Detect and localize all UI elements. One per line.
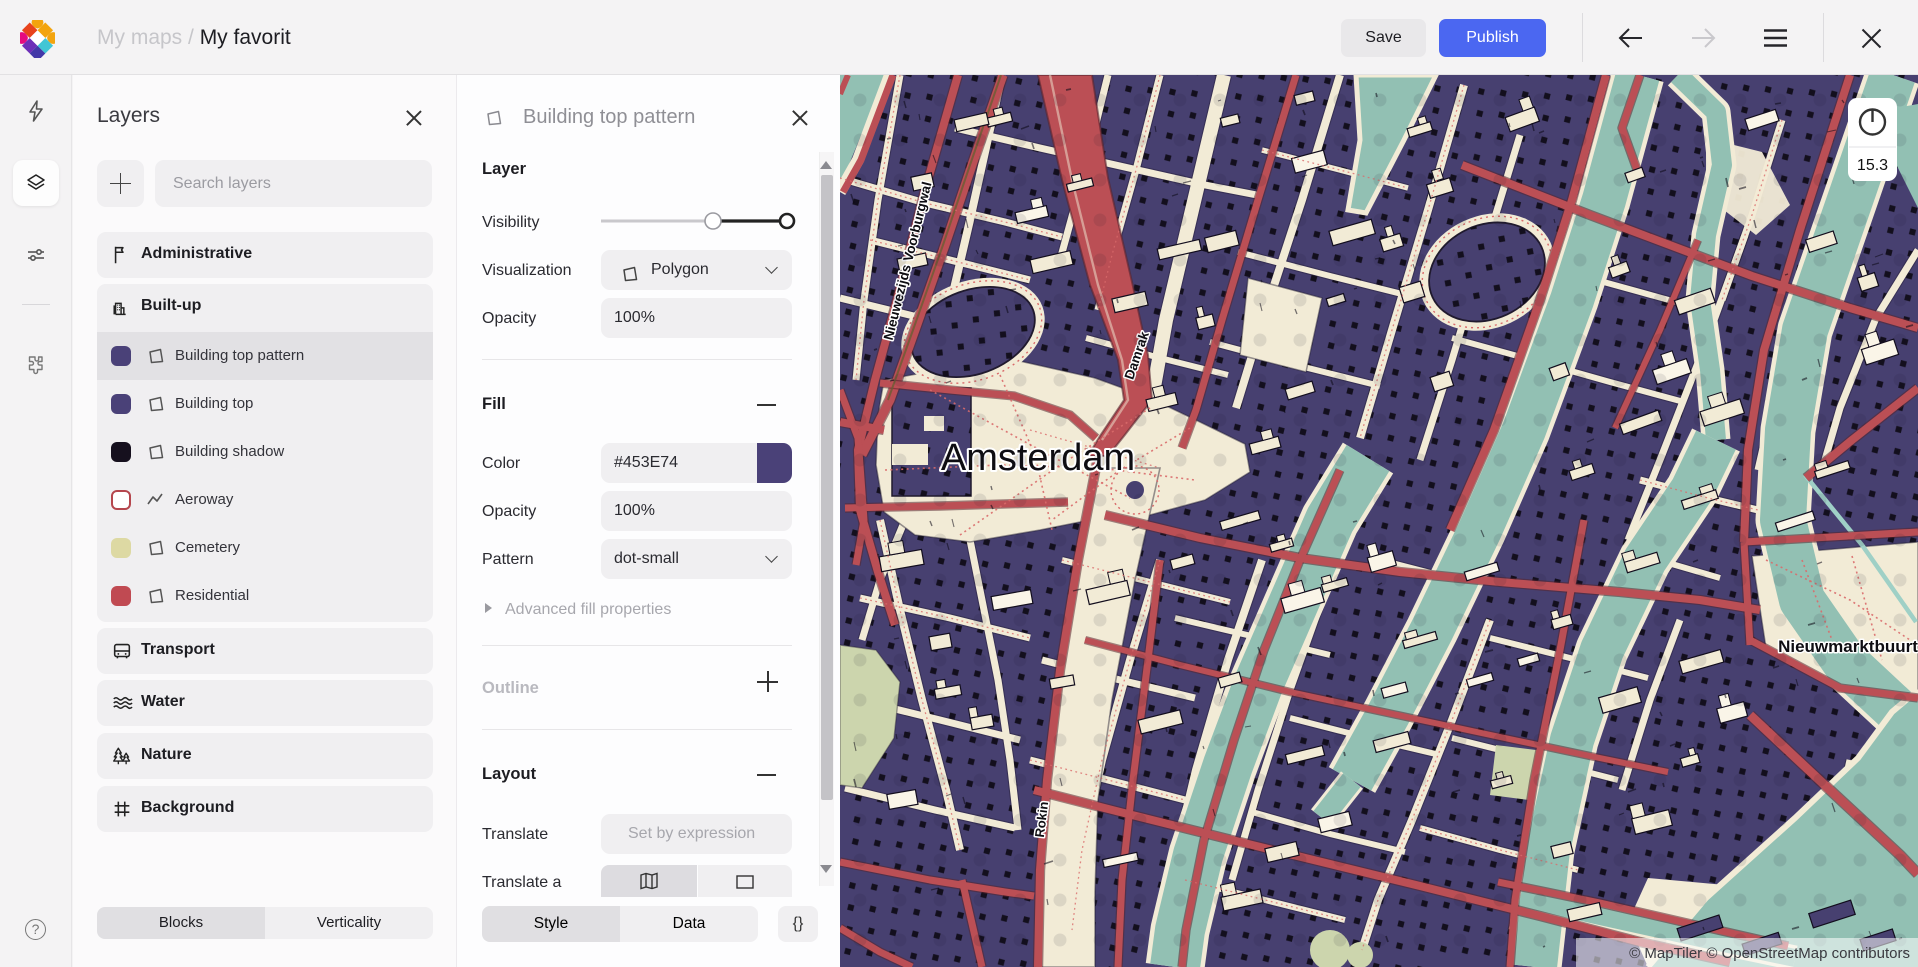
svg-text:15.3: 15.3 — [1857, 157, 1888, 174]
svg-text:© MapTiler © OpenStreetMap con: © MapTiler © OpenStreetMap contributors — [1629, 945, 1910, 962]
